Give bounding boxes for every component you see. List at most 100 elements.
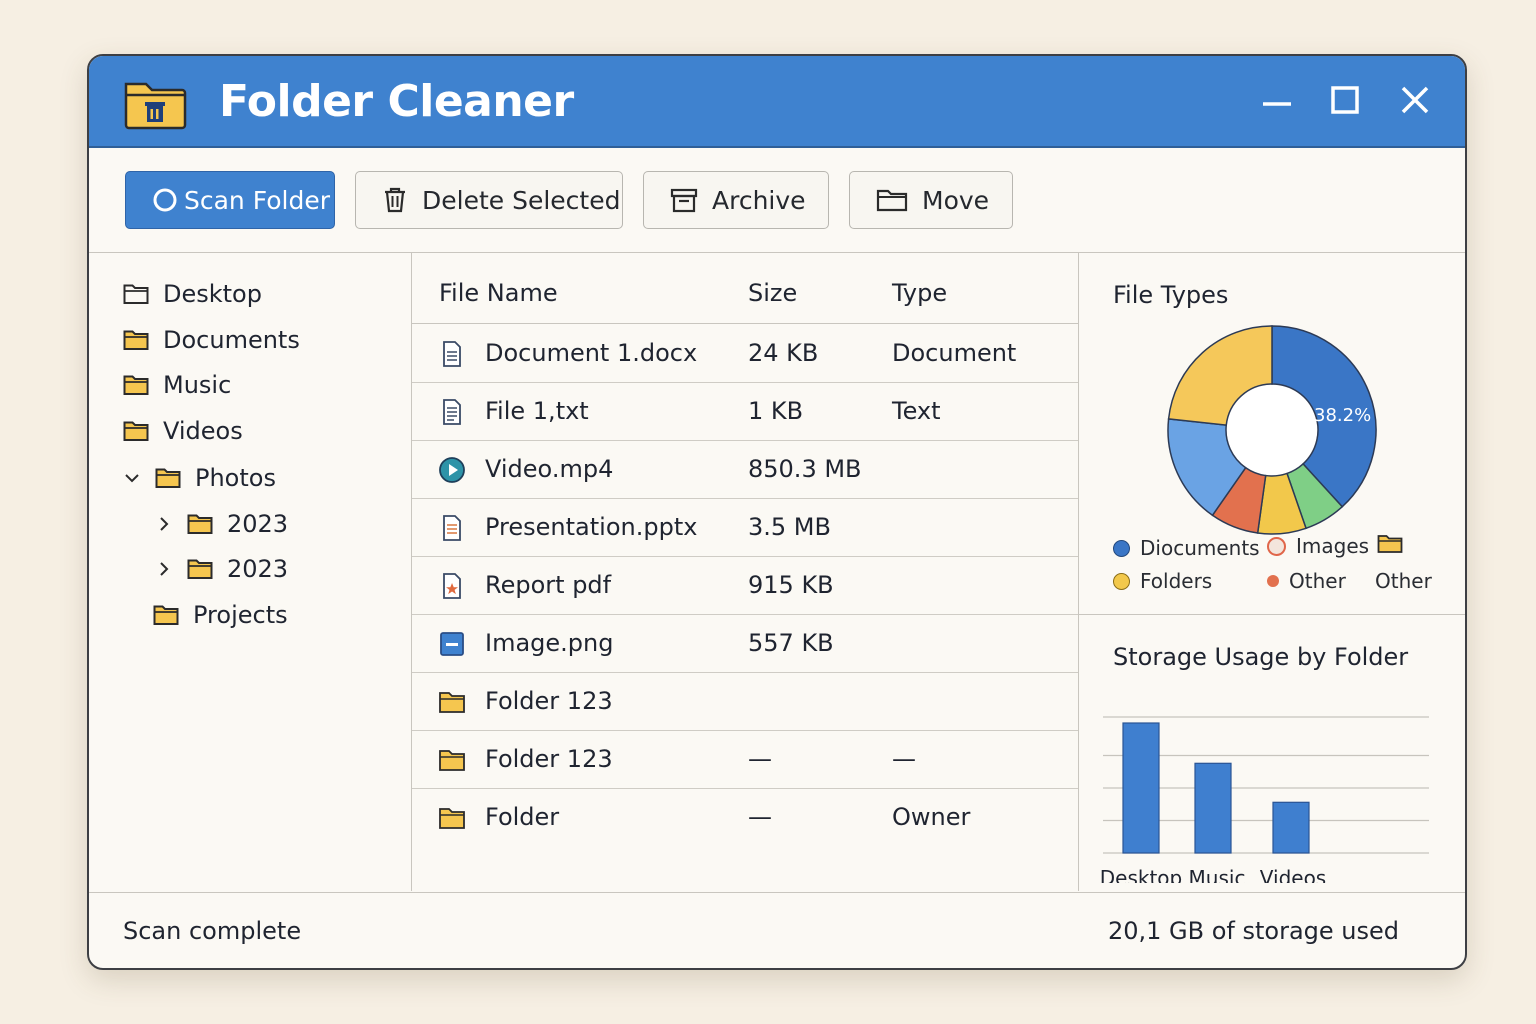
legend-dot bbox=[1267, 575, 1279, 587]
sidebar-item-label: Photos bbox=[195, 464, 276, 492]
legend-item-other-2: Other bbox=[1375, 569, 1432, 593]
table-row[interactable]: Image.png 557 KB bbox=[412, 615, 1078, 673]
legend-item-folder bbox=[1377, 534, 1403, 554]
file-type: — bbox=[892, 745, 916, 773]
sidebar-item-2023-b[interactable]: 2023 bbox=[155, 551, 288, 587]
archive-box-icon bbox=[670, 188, 698, 213]
file-type: Text bbox=[892, 397, 941, 425]
file-name: Document 1.docx bbox=[485, 339, 698, 367]
file-size: 3.5 MB bbox=[748, 513, 831, 541]
chevron-right-icon[interactable] bbox=[155, 515, 173, 533]
donut-hole bbox=[1227, 385, 1317, 475]
file-name: File 1,txt bbox=[485, 397, 589, 425]
sidebar-item-documents[interactable]: Documents bbox=[123, 322, 300, 358]
maximize-button[interactable] bbox=[1323, 80, 1367, 124]
toolbar: Scan Folder Delete Selected Archive Move bbox=[89, 148, 1465, 253]
legend-item-images: Images bbox=[1267, 534, 1369, 558]
sidebar-item-projects[interactable]: Projects bbox=[153, 597, 288, 633]
folder-tree: Desktop Documents Music Videos Photos 20… bbox=[89, 253, 412, 891]
legend-item-other: Other bbox=[1267, 569, 1346, 593]
sidebar-item-label: Videos bbox=[163, 417, 243, 445]
file-name: Report pdf bbox=[485, 571, 612, 599]
storage-usage-title: Storage Usage by Folder bbox=[1113, 643, 1409, 671]
sidebar-item-desktop[interactable]: Desktop bbox=[123, 276, 262, 312]
table-row[interactable]: Folder 123 bbox=[412, 673, 1078, 731]
chevron-right-icon[interactable] bbox=[155, 560, 173, 578]
folder-outline-icon bbox=[123, 284, 149, 304]
file-type: Document bbox=[892, 339, 1017, 367]
delete-selected-label: Delete Selected bbox=[422, 185, 621, 215]
file-type: Owner bbox=[892, 803, 971, 831]
scan-folder-button[interactable]: Scan Folder bbox=[125, 171, 335, 229]
file-size: 915 KB bbox=[748, 571, 834, 599]
sidebar-item-label: Projects bbox=[193, 601, 288, 629]
folder-icon bbox=[123, 421, 149, 441]
folder-icon bbox=[153, 605, 179, 625]
bar-videos bbox=[1272, 801, 1310, 854]
table-row[interactable]: Presentation.pptx 3.5 MB bbox=[412, 499, 1078, 557]
x-tick-label: Videos bbox=[1260, 866, 1326, 883]
legend-dot bbox=[1267, 536, 1286, 556]
archive-label: Archive bbox=[712, 185, 806, 215]
legend-label: Diocuments bbox=[1140, 536, 1260, 560]
column-header-name[interactable]: File Name bbox=[439, 279, 558, 307]
chevron-down-icon[interactable] bbox=[123, 469, 141, 487]
table-row[interactable]: Folder 123 — — bbox=[412, 731, 1078, 789]
folder-icon bbox=[187, 514, 213, 534]
legend-item-folders: Folders bbox=[1113, 569, 1212, 593]
legend-dot bbox=[1113, 572, 1130, 590]
folder-icon bbox=[155, 468, 181, 488]
file-list-header: File Name Size Type bbox=[412, 253, 1078, 324]
table-row[interactable]: Folder — Owner bbox=[412, 789, 1078, 846]
table-row[interactable]: Document 1.docx 24 KB Document bbox=[412, 325, 1078, 383]
charts-panel: File Types 38.2% Diocuments Images Folde… bbox=[1079, 253, 1465, 891]
pdf-icon bbox=[443, 573, 461, 599]
folder-icon bbox=[123, 330, 149, 350]
document-icon bbox=[443, 341, 461, 367]
delete-selected-button[interactable]: Delete Selected bbox=[355, 171, 623, 229]
file-size: 24 KB bbox=[748, 339, 819, 367]
close-button[interactable] bbox=[1393, 80, 1437, 124]
title-bar: Folder Cleaner bbox=[89, 56, 1465, 148]
folder-icon bbox=[439, 808, 465, 829]
legend-label: Images bbox=[1296, 534, 1370, 558]
sidebar-item-photos[interactable]: Photos bbox=[123, 460, 276, 496]
video-play-icon bbox=[439, 457, 465, 483]
move-button[interactable]: Move bbox=[849, 171, 1013, 229]
trash-icon bbox=[385, 187, 405, 213]
storage-used-text: 20,1 GB of storage used bbox=[1107, 917, 1399, 945]
file-size: 850.3 MB bbox=[748, 455, 862, 483]
app-window: Folder Cleaner Scan Folder Delete Select… bbox=[87, 54, 1467, 970]
column-header-type[interactable]: Type bbox=[892, 279, 947, 307]
sidebar-item-videos[interactable]: Videos bbox=[123, 413, 243, 449]
presentation-icon bbox=[443, 515, 461, 541]
table-row[interactable]: File 1,txt 1 KB Text bbox=[412, 383, 1078, 441]
move-label: Move bbox=[922, 185, 990, 215]
file-name: Folder 123 bbox=[485, 745, 613, 773]
sidebar-item-2023[interactable]: 2023 bbox=[155, 506, 288, 542]
archive-button[interactable]: Archive bbox=[643, 171, 829, 229]
minimize-button[interactable] bbox=[1255, 80, 1299, 124]
legend-label: Folders bbox=[1140, 569, 1213, 593]
sidebar-item-music[interactable]: Music bbox=[123, 367, 231, 403]
legend-item-documents: Diocuments bbox=[1113, 536, 1260, 560]
file-name: Folder 123 bbox=[485, 687, 613, 715]
file-name: Image.png bbox=[485, 629, 614, 657]
scan-folder-label: Scan Folder bbox=[184, 185, 330, 215]
file-types-donut-chart bbox=[1167, 325, 1377, 535]
folder-icon bbox=[187, 559, 213, 579]
file-size: — bbox=[748, 745, 772, 773]
table-row[interactable]: Report pdf 915 KB bbox=[412, 557, 1078, 615]
storage-usage-bar-chart: Desktop Music Videos bbox=[1100, 716, 1429, 883]
folder-outline-icon bbox=[876, 189, 908, 212]
maximize-icon bbox=[1331, 86, 1359, 114]
file-list: File Name Size Type Document 1.docx 24 K… bbox=[412, 253, 1079, 891]
sidebar-item-label: Desktop bbox=[163, 280, 262, 308]
folder-icon bbox=[439, 750, 465, 771]
table-row[interactable]: Video.mp4 850.3 MB bbox=[412, 441, 1078, 499]
sidebar-item-label: 2023 bbox=[227, 510, 289, 538]
bar-music bbox=[1194, 762, 1232, 854]
file-size: 557 KB bbox=[748, 629, 834, 657]
folder-trash-app-icon bbox=[123, 76, 187, 134]
column-header-size[interactable]: Size bbox=[748, 279, 797, 307]
